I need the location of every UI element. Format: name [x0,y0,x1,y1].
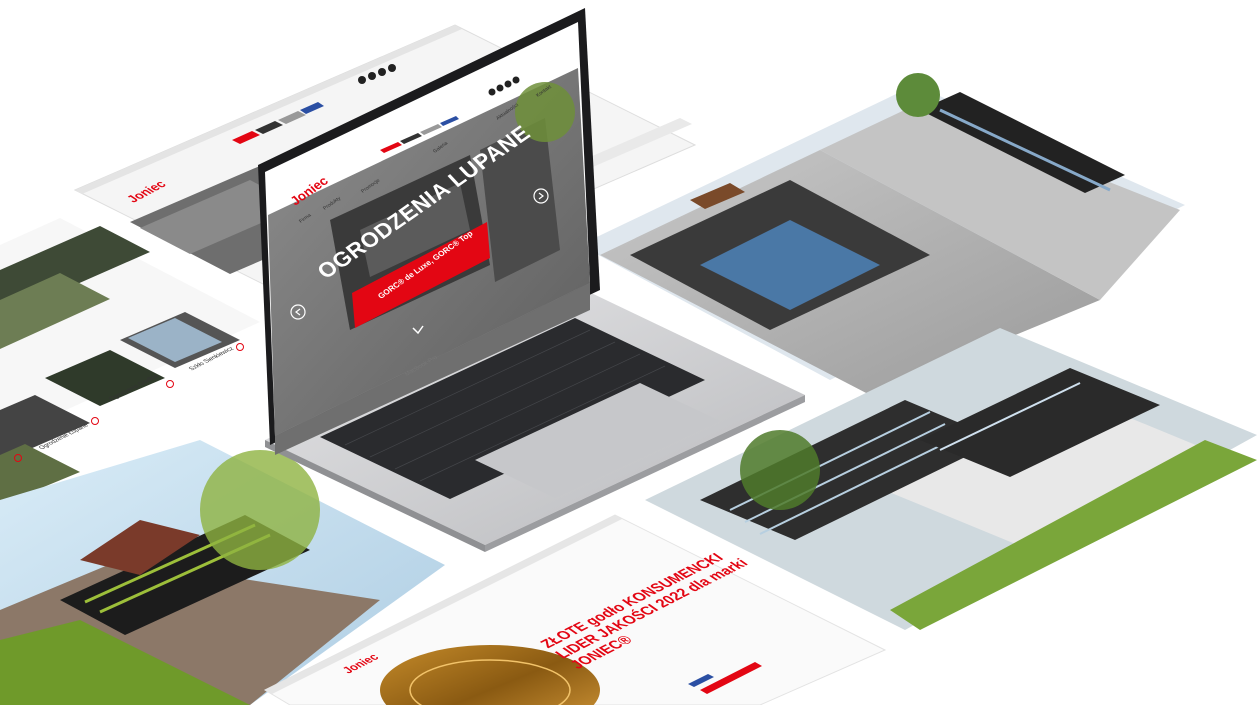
mockup-scene: OGRODZENIA LUPANE GORC® de Luxe, GORC® T… [0,0,1257,705]
